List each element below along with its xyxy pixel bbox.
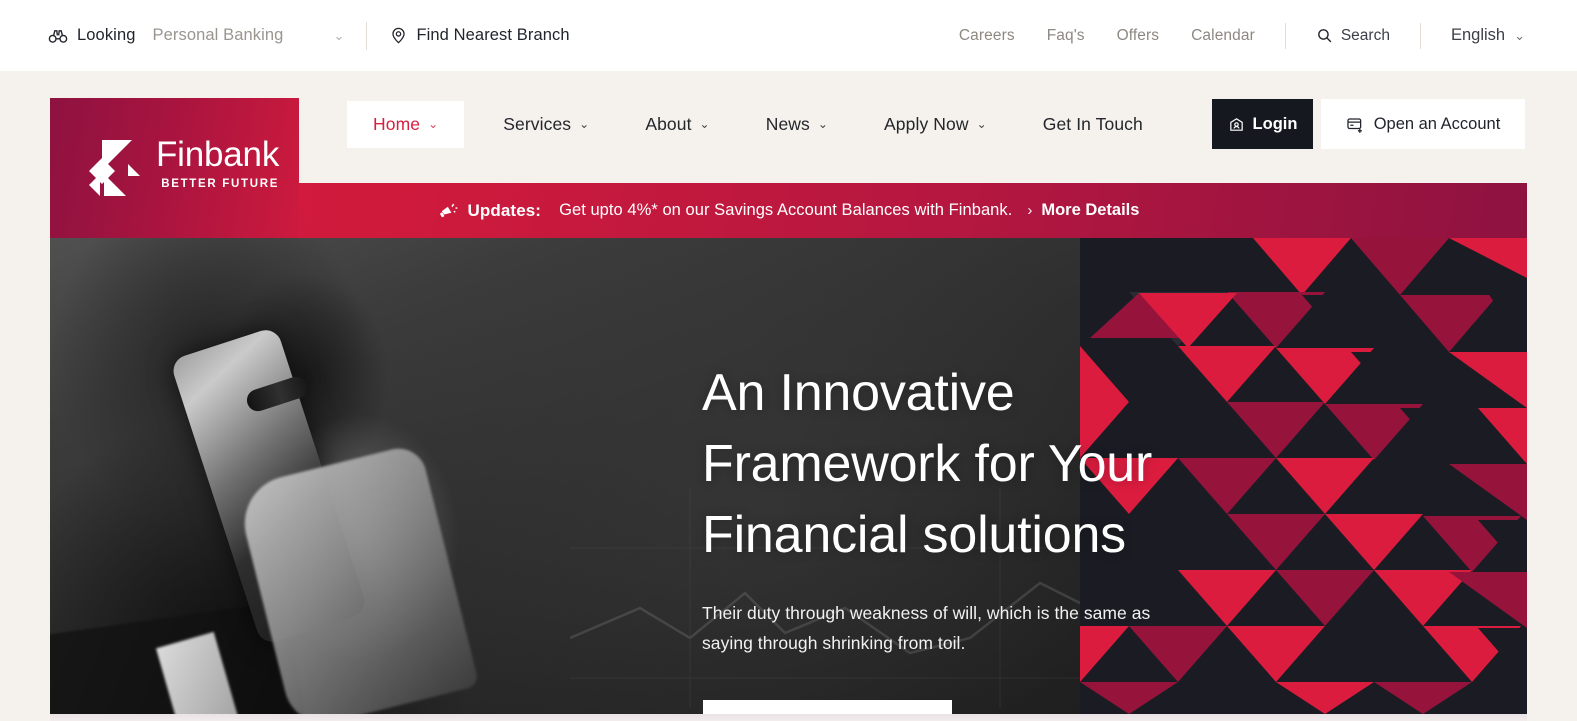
- chevron-down-icon: ⌄: [333, 28, 345, 43]
- more-details-link[interactable]: More Details: [1041, 201, 1139, 220]
- nav-label: About: [645, 113, 692, 134]
- updates-label: Updates:: [467, 200, 542, 220]
- search-label: Search: [1340, 26, 1390, 44]
- utility-bar-right: Careers Faq's Offers Calendar Search Eng…: [927, 22, 1525, 49]
- language-select[interactable]: English ⌄: [1451, 26, 1525, 45]
- segment-select-value: Personal Banking: [152, 26, 284, 44]
- nav-label: News: [765, 113, 810, 134]
- utility-link-offers[interactable]: Offers: [1117, 27, 1160, 45]
- login-button[interactable]: Login: [1212, 99, 1313, 149]
- nav-item-about[interactable]: About ⌄: [628, 101, 726, 148]
- search-button[interactable]: Search: [1316, 27, 1390, 45]
- open-account-label: Open an Account: [1373, 114, 1501, 133]
- looking-label: Looking: [77, 26, 136, 44]
- utility-divider: [366, 21, 368, 50]
- nav-item-get-in-touch[interactable]: Get In Touch: [1026, 101, 1160, 148]
- chevron-down-icon: ⌄: [579, 117, 590, 131]
- chevron-down-icon: ⌄: [428, 117, 439, 131]
- utility-link-faqs[interactable]: Faq's: [1047, 27, 1085, 45]
- find-nearest-branch-label: Find Nearest Branch: [416, 26, 570, 44]
- add-card-icon: [1346, 115, 1365, 134]
- hero-copy: An Innovative Framework for Your Financi…: [702, 358, 1262, 659]
- utility-bar-left: Looking Personal Banking ⌄ Find Nearest …: [46, 21, 570, 50]
- brand-logo-inner: Finbank BETTER FUTURE: [88, 135, 280, 198]
- segment-select[interactable]: Personal Banking ⌄: [153, 26, 345, 45]
- brand-wordmark: Finbank BETTER FUTURE: [156, 135, 280, 191]
- megaphone-icon: [438, 200, 459, 221]
- nav-label: Get In Touch: [1042, 113, 1143, 134]
- brand-tagline: BETTER FUTURE: [161, 178, 280, 191]
- utility-divider-2: [1284, 22, 1286, 49]
- utility-link-calendar[interactable]: Calendar: [1191, 27, 1255, 45]
- page-root: Looking Personal Banking ⌄ Find Nearest …: [0, 0, 1577, 721]
- find-nearest-branch-link[interactable]: Find Nearest Branch: [389, 26, 570, 45]
- nav-item-services[interactable]: Services ⌄: [486, 101, 606, 148]
- brand-logo-block[interactable]: Finbank BETTER FUTURE: [50, 98, 299, 238]
- nav-label: Apply Now: [884, 113, 969, 134]
- open-account-button[interactable]: Open an Account: [1321, 99, 1525, 149]
- hero-subtitle: Their duty through weakness of will, whi…: [702, 602, 1151, 654]
- hero-title-line-1: An Innovative: [702, 364, 1015, 422]
- location-pin-icon: [389, 26, 408, 45]
- hero-title-line-2: Framework for Your: [702, 435, 1153, 494]
- search-icon: [1316, 27, 1333, 44]
- language-value: English: [1450, 26, 1506, 44]
- hero-title-line-3: Financial solutions: [702, 506, 1126, 565]
- user-account-icon: [1228, 116, 1245, 133]
- utility-bar: Looking Personal Banking ⌄ Find Nearest …: [0, 0, 1577, 71]
- utility-divider-3: [1419, 22, 1421, 49]
- chevron-right-icon: ›: [1027, 202, 1033, 219]
- chevron-down-icon: ⌄: [699, 117, 710, 131]
- page-bottom-edge: [50, 714, 1527, 721]
- finbank-tangram-logo-icon: [88, 138, 140, 198]
- utility-link-careers[interactable]: Careers: [959, 27, 1015, 45]
- chevron-down-icon: ⌄: [1514, 27, 1525, 43]
- updates-message: Get upto 4%* on our Savings Account Bala…: [559, 201, 1013, 219]
- chevron-down-icon: ⌄: [976, 117, 987, 131]
- nav-label: Services: [503, 113, 572, 134]
- nav-item-news[interactable]: News ⌄: [749, 101, 845, 148]
- main-navigation: Home ⌄ Services ⌄ About ⌄ News ⌄ Apply N…: [347, 100, 1160, 148]
- nav-label: Home: [373, 113, 421, 134]
- nav-item-apply-now[interactable]: Apply Now ⌄: [867, 101, 1004, 148]
- hero-title: An Innovative Framework for Your Financi…: [702, 358, 1262, 572]
- brand-name: Finbank: [156, 135, 280, 174]
- nav-item-home[interactable]: Home ⌄: [347, 100, 465, 148]
- hero-section: An Innovative Framework for Your Financi…: [50, 238, 1527, 714]
- chevron-down-icon: ⌄: [817, 117, 829, 131]
- login-label: Login: [1252, 114, 1298, 133]
- binoculars-icon: [46, 24, 70, 48]
